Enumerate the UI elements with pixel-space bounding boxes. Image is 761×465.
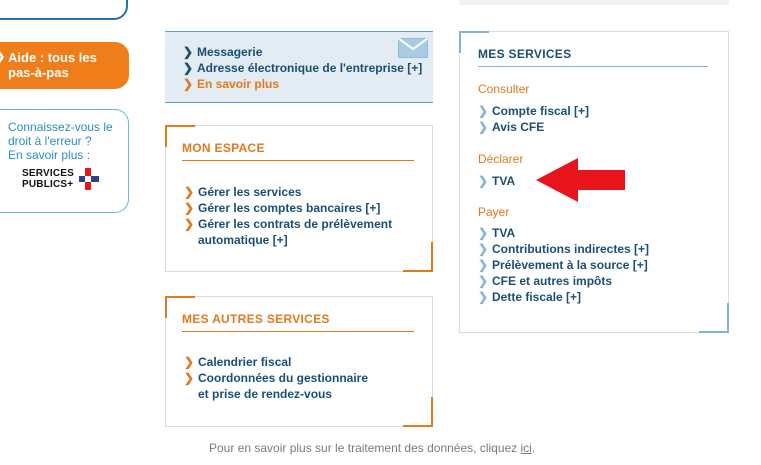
footer-text: Pour en savoir plus sur le traitement de… (209, 441, 518, 455)
footer-link[interactable]: ici (521, 441, 532, 455)
declarer-label: Déclarer (478, 152, 524, 166)
company-email-link[interactable]: ❯ Adresse électronique de l'entreprise [… (183, 60, 422, 76)
manage-bank-accounts-link[interactable]: ❯ Gérer les comptes bancaires [+] (184, 200, 392, 216)
pay-tva-label: TVA (492, 226, 516, 240)
help-label-line1: Aide : tous les (8, 50, 97, 65)
mes-autres-services-title: MES AUTRES SERVICES (182, 312, 414, 332)
chevron-right-icon: ❯ (478, 290, 489, 304)
tax-debt-label: Dette fiscale [+] (492, 290, 582, 304)
pay-tva-link[interactable]: ❯ TVA (478, 225, 649, 241)
error-line2: droit à l'erreur ? (8, 134, 92, 148)
payer-label: Payer (478, 205, 510, 219)
withholding-tax-link[interactable]: ❯ Prélèvement à la source [+] (478, 257, 649, 273)
chevron-right-icon: ❯ (478, 120, 489, 134)
cfe-notice-link[interactable]: ❯ Avis CFE (478, 119, 589, 135)
services-publics-plus-icon (79, 168, 99, 190)
declare-tva-label: TVA (492, 174, 516, 188)
messaging-panel: ❯ Messagerie ❯ Adresse électronique de l… (165, 31, 433, 103)
tax-account-label: Compte fiscal [+] (492, 104, 590, 118)
manager-contact-label-1: Coordonnées du gestionnaire (198, 371, 369, 385)
company-email-label: Adresse électronique de l'entreprise [+] (197, 61, 423, 75)
indirect-contributions-label: Contributions indirectes [+] (492, 242, 650, 256)
learn-more-link[interactable]: ❯ En savoir plus (183, 76, 422, 92)
messaging-label: Messagerie (197, 45, 263, 59)
chevron-right-icon: ❯ (183, 77, 194, 91)
chevron-right-icon: ❯ (478, 258, 489, 272)
mes-autres-services-box: MES AUTRES SERVICES ❯ Calendrier fiscal … (165, 296, 433, 427)
chevron-right-icon: ❯ (478, 104, 489, 118)
cfe-notice-label: Avis CFE (492, 120, 545, 134)
chevron-right-icon: ❯ (478, 242, 489, 256)
corner-decoration (699, 303, 729, 333)
tax-debt-link[interactable]: ❯ Dette fiscale [+] (478, 289, 649, 305)
tax-calendar-label: Calendrier fiscal (198, 355, 292, 369)
top-right-panel (459, 0, 729, 5)
chevron-right-icon: ❯ (183, 61, 194, 75)
services-publics-logo[interactable]: SERVICES PUBLICS+ (22, 168, 112, 198)
mon-espace-box: MON ESPACE ❯ Gérer les services ❯ Gérer … (165, 125, 433, 272)
messaging-link[interactable]: ❯ Messagerie (183, 44, 422, 60)
tax-account-link[interactable]: ❯ Compte fiscal [+] (478, 103, 589, 119)
chevron-right-icon: ❯ (184, 371, 195, 385)
corner-decoration (403, 397, 433, 427)
manage-direct-debit-link[interactable]: ❯ Gérer les contrats de prélèvement auto… (184, 216, 392, 248)
manage-services-link[interactable]: ❯ Gérer les services (184, 184, 392, 200)
footer-end: . (531, 441, 536, 455)
manage-direct-debit-label-1: Gérer les contrats de prélèvement (198, 217, 393, 231)
tax-calendar-link[interactable]: ❯ Calendrier fiscal (184, 354, 368, 370)
manage-bank-accounts-label: Gérer les comptes bancaires [+] (198, 201, 381, 215)
learn-more-label: En savoir plus (197, 77, 280, 91)
right-to-error-text: Connaissez-vous le droit à l'erreur ? En… (8, 120, 126, 162)
manage-direct-debit-label-2: automatique [+] (198, 233, 288, 247)
consulter-label: Consulter (478, 82, 530, 96)
chevron-right-icon: ❯ (184, 217, 195, 231)
help-button[interactable]: ❯ Aide : tous les pas-à-pas (0, 42, 129, 89)
corner-decoration (403, 242, 433, 272)
right-to-error-box[interactable]: Connaissez-vous le droit à l'erreur ? En… (0, 109, 129, 213)
cfe-other-taxes-label: CFE et autres impôts (492, 274, 613, 288)
cfe-other-taxes-link[interactable]: ❯ CFE et autres impôts (478, 273, 649, 289)
manager-contact-link[interactable]: ❯ Coordonnées du gestionnaire et prise d… (184, 370, 368, 402)
help-label-line2: pas-à-pas (8, 65, 69, 80)
chevron-right-icon: ❯ (0, 50, 5, 65)
manager-contact-label-2: et prise de rendez-vous (198, 387, 333, 401)
declare-tva-link[interactable]: ❯ TVA (478, 173, 515, 189)
chevron-right-icon: ❯ (478, 226, 489, 240)
red-arrow-annotation (536, 158, 625, 202)
error-line1: Connaissez-vous le (8, 120, 113, 134)
top-left-panel (0, 0, 128, 20)
chevron-right-icon: ❯ (184, 185, 195, 199)
mes-services-title: MES SERVICES (478, 47, 708, 67)
withholding-tax-label: Prélèvement à la source [+] (492, 258, 648, 272)
chevron-right-icon: ❯ (478, 174, 489, 188)
error-line3[interactable]: En savoir plus : (8, 148, 126, 162)
manage-services-label: Gérer les services (198, 185, 302, 199)
mon-espace-title: MON ESPACE (182, 141, 414, 161)
chevron-right-icon: ❯ (183, 45, 194, 59)
indirect-contributions-link[interactable]: ❯ Contributions indirectes [+] (478, 241, 649, 257)
chevron-right-icon: ❯ (184, 355, 195, 369)
chevron-right-icon: ❯ (184, 201, 195, 215)
chevron-right-icon: ❯ (478, 274, 489, 288)
footer-note: Pour en savoir plus sur le traitement de… (209, 441, 535, 455)
